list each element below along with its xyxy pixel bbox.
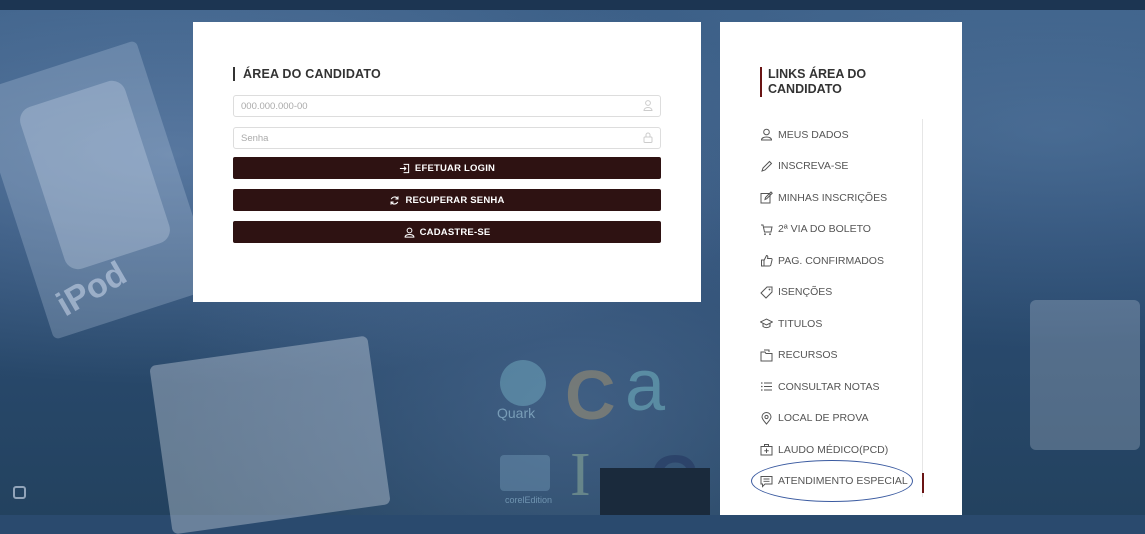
link-pag-confirmados[interactable]: PAG. CONFIRMADOS	[760, 245, 922, 277]
link-label: ISENÇÕES	[778, 286, 833, 299]
link-label: MEUS DADOS	[778, 128, 849, 141]
link-label: PAG. CONFIRMADOS	[778, 254, 884, 267]
medical-kit-icon	[760, 444, 773, 456]
link-local-de-prova[interactable]: LOCAL DE PROVA	[760, 403, 922, 435]
links-title-accent-bar	[760, 67, 762, 97]
link-label: ATENDIMENTO ESPECIAL	[778, 475, 908, 488]
password-input[interactable]	[234, 128, 660, 148]
instagram-icon[interactable]	[13, 486, 26, 499]
link-label: 2ª VIA DO BOLETO	[778, 223, 871, 236]
sign-in-icon	[399, 163, 410, 173]
tag-icon	[760, 286, 773, 299]
user-icon	[404, 227, 414, 238]
link-minhas-inscricoes[interactable]: MINHAS INSCRIÇÕES	[760, 182, 922, 214]
list-icon	[761, 382, 772, 392]
link-recursos[interactable]: RECURSOS	[760, 340, 922, 372]
a-logo: a	[625, 346, 666, 426]
link-label: RECURSOS	[778, 349, 838, 362]
quark-logo	[500, 360, 546, 406]
link-atendimento-especial[interactable]: ATENDIMENTO ESPECIAL	[760, 466, 924, 498]
thumbs-up-icon	[761, 255, 773, 267]
link-label: MINHAS INSCRIÇÕES	[778, 191, 888, 204]
links-card: LINKS ÁREA DO CANDIDATO MEUS DADOS INSCR…	[720, 22, 962, 515]
links-title-line1: LINKS ÁREA DO	[768, 67, 867, 81]
edit-icon	[760, 191, 773, 204]
link-label: INSCREVA-SE	[778, 160, 849, 173]
refresh-icon	[390, 195, 399, 205]
cart-icon	[761, 224, 773, 235]
notebook-decoration	[149, 335, 391, 534]
edition-logo-text: corelEdition	[505, 495, 553, 505]
user-icon	[643, 100, 653, 111]
link-consultar-notas[interactable]: CONSULTAR NOTAS	[760, 371, 922, 403]
login-card: ÁREA DO CANDIDATO EFETUAR LOGIN RECUPERA…	[193, 22, 701, 302]
links-title-line2: CANDIDATO	[768, 82, 842, 96]
link-laudo-medico[interactable]: LAUDO MÉDICO(PCD)	[760, 434, 922, 466]
login-title-text: ÁREA DO CANDIDATO	[243, 67, 381, 81]
password-field	[233, 127, 661, 149]
leaf-logo: I	[570, 441, 591, 509]
register-button[interactable]: CADASTRE-SE	[233, 221, 661, 243]
map-pin-icon	[761, 411, 772, 425]
recover-password-button[interactable]: RECUPERAR SENHA	[233, 189, 661, 211]
lock-icon	[643, 132, 653, 143]
link-segunda-via-boleto[interactable]: 2ª VIA DO BOLETO	[760, 214, 922, 246]
folder-icon	[760, 349, 773, 362]
pencil-icon	[761, 160, 773, 172]
link-label: LAUDO MÉDICO(PCD)	[778, 443, 889, 456]
cpf-field	[233, 95, 661, 117]
login-button[interactable]: EFETUAR LOGIN	[233, 157, 661, 179]
links-title: LINKS ÁREA DO CANDIDATO	[760, 67, 962, 97]
cpf-input[interactable]	[234, 96, 660, 116]
login-title: ÁREA DO CANDIDATO	[233, 67, 661, 81]
link-isencoes[interactable]: ISENÇÕES	[760, 277, 922, 309]
link-label: TITULOS	[778, 317, 823, 330]
quark-logo-text: Quark	[497, 405, 536, 421]
dark-object-decoration	[600, 468, 710, 515]
edition-logo	[500, 455, 550, 491]
user-icon	[760, 128, 773, 141]
login-button-label: EFETUAR LOGIN	[414, 162, 496, 174]
link-label: CONSULTAR NOTAS	[778, 380, 880, 393]
chat-icon	[760, 475, 773, 488]
c-logo: C	[565, 356, 616, 434]
links-title-text: LINKS ÁREA DO CANDIDATO	[768, 67, 866, 97]
link-titulos[interactable]: TITULOS	[760, 308, 922, 340]
graduation-cap-icon	[760, 318, 773, 329]
top-band	[0, 0, 1145, 10]
title-accent-bar	[233, 67, 235, 81]
register-button-label: CADASTRE-SE	[419, 226, 491, 238]
links-list: MEUS DADOS INSCREVA-SE MINHAS INSCRIÇÕES…	[760, 119, 924, 498]
link-label: LOCAL DE PROVA	[778, 412, 869, 425]
book-decoration	[1030, 300, 1140, 450]
link-meus-dados[interactable]: MEUS DADOS	[760, 119, 922, 151]
link-inscreva-se[interactable]: INSCREVA-SE	[760, 151, 922, 183]
recover-button-label: RECUPERAR SENHA	[405, 194, 505, 206]
